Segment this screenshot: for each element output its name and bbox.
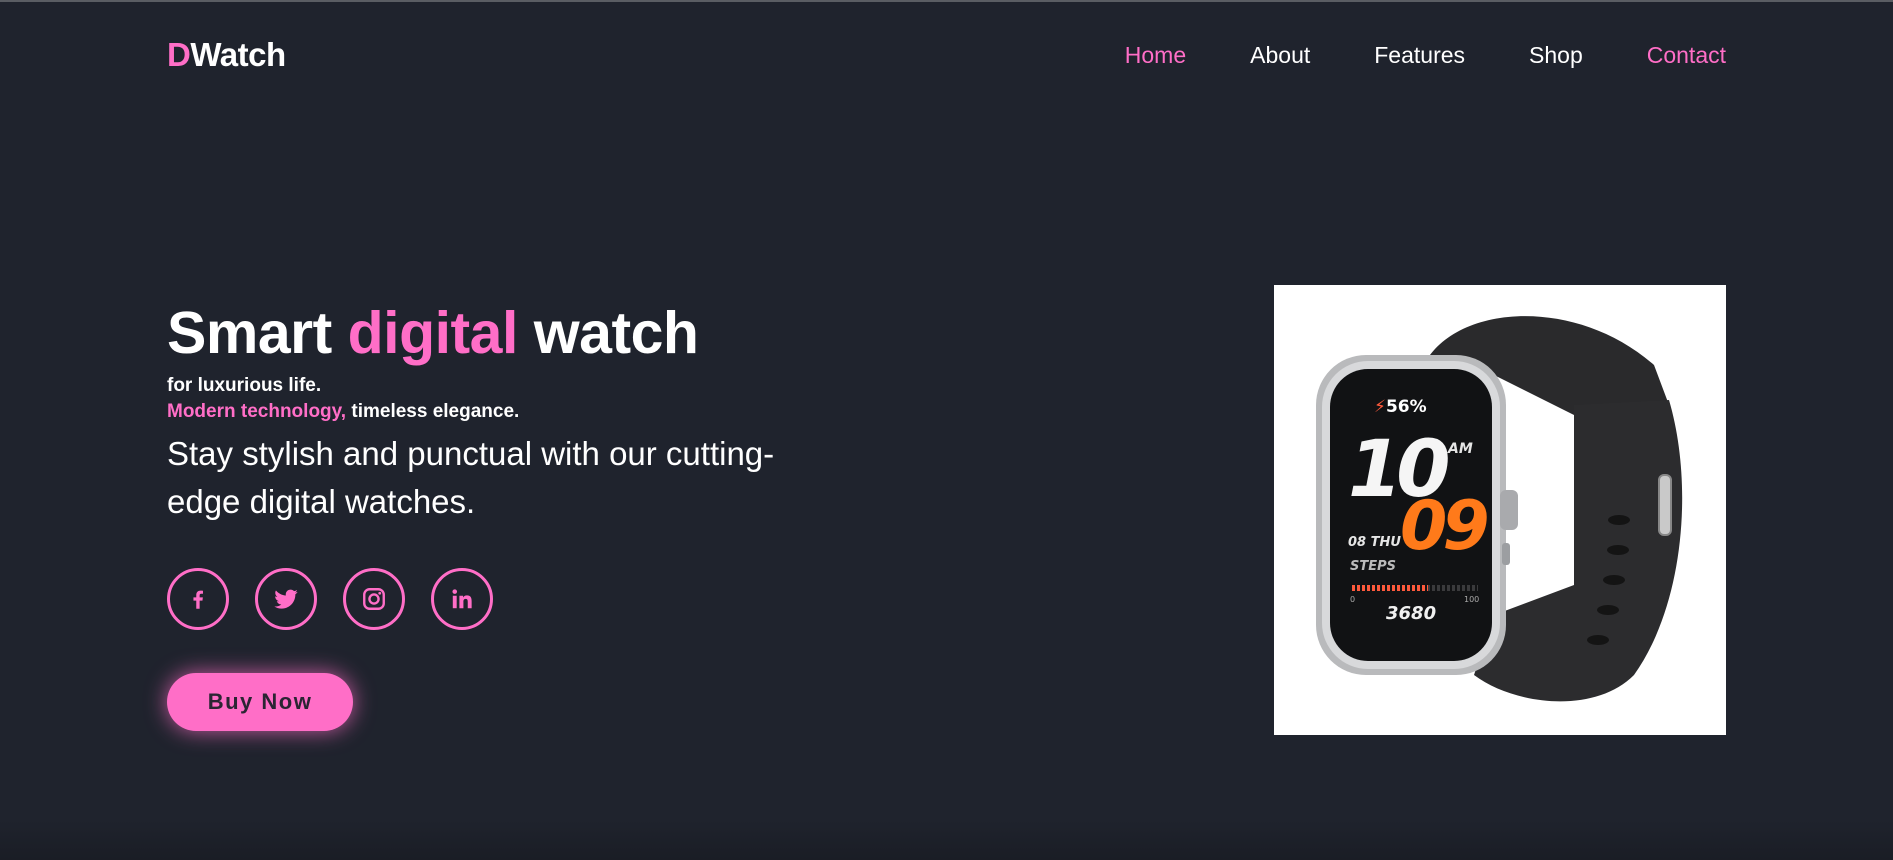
battery-icon: ⚡ — [1374, 397, 1386, 417]
hero-description: Stay stylish and punctual with our cutti… — [167, 435, 775, 520]
social-links — [167, 568, 519, 630]
nav-shop[interactable]: Shop — [1529, 42, 1583, 69]
main-nav: Home About Features Shop Contact — [1061, 42, 1726, 69]
watch-steps: 3680 — [1386, 603, 1437, 624]
facebook-link[interactable] — [167, 568, 229, 630]
facebook-icon — [193, 590, 203, 609]
logo-text: Watch — [190, 36, 286, 73]
hero-title: Smart digital watch — [167, 298, 867, 368]
instagram-icon — [363, 588, 385, 610]
nav-contact[interactable]: Contact — [1647, 42, 1726, 69]
watch-date: 08 THU — [1348, 535, 1401, 550]
linkedin-icon — [452, 589, 472, 609]
watch-steps-bar — [1352, 585, 1478, 591]
hero-tagline: for luxurious life. — [167, 375, 322, 396]
buy-now-button[interactable]: Buy Now — [167, 673, 353, 731]
hero-subtagline: Modern technology, timeless elegance. — [167, 400, 867, 424]
instagram-link[interactable] — [343, 568, 405, 630]
watch-minute: 09 — [1400, 487, 1490, 566]
twitter-icon — [274, 589, 298, 609]
hero-title-part2: watch — [517, 300, 699, 366]
hero-title-part1: Smart — [167, 300, 348, 366]
twitter-link[interactable] — [255, 568, 317, 630]
bottom-fade — [0, 820, 1893, 860]
logo-accent: D — [167, 36, 191, 73]
watch-steps-max: 100 — [1464, 595, 1480, 604]
linkedin-link[interactable] — [431, 568, 493, 630]
watch-battery: 56% — [1385, 397, 1427, 417]
navbar: DWatch Home About Features Shop Contact — [167, 36, 1726, 76]
watch-steps-min: 0 — [1350, 595, 1356, 604]
hero-section: Smart digital watch for luxurious life. … — [167, 298, 867, 526]
watch-steps-label: STEPS — [1350, 559, 1397, 574]
logo[interactable]: DWatch — [167, 36, 286, 74]
nav-features[interactable]: Features — [1374, 42, 1465, 69]
watch-ampm: AM — [1448, 441, 1473, 457]
product-image: ⚡56% 10 AM 09 08 THU STEPS 0 100 3680 — [1274, 285, 1726, 735]
nav-home[interactable]: Home — [1125, 42, 1186, 69]
nav-about[interactable]: About — [1250, 42, 1310, 69]
subtagline-rest: timeless elegance. — [346, 401, 520, 422]
hero-title-accent: digital — [347, 300, 519, 366]
subtagline-accent: Modern technology, — [167, 401, 347, 422]
top-border — [0, 0, 1893, 2]
watch-screen-content: ⚡56% 10 AM 09 08 THU STEPS 0 100 3680 — [1340, 385, 1490, 655]
strap-buckle — [1658, 474, 1672, 536]
watch-crown — [1500, 490, 1518, 530]
